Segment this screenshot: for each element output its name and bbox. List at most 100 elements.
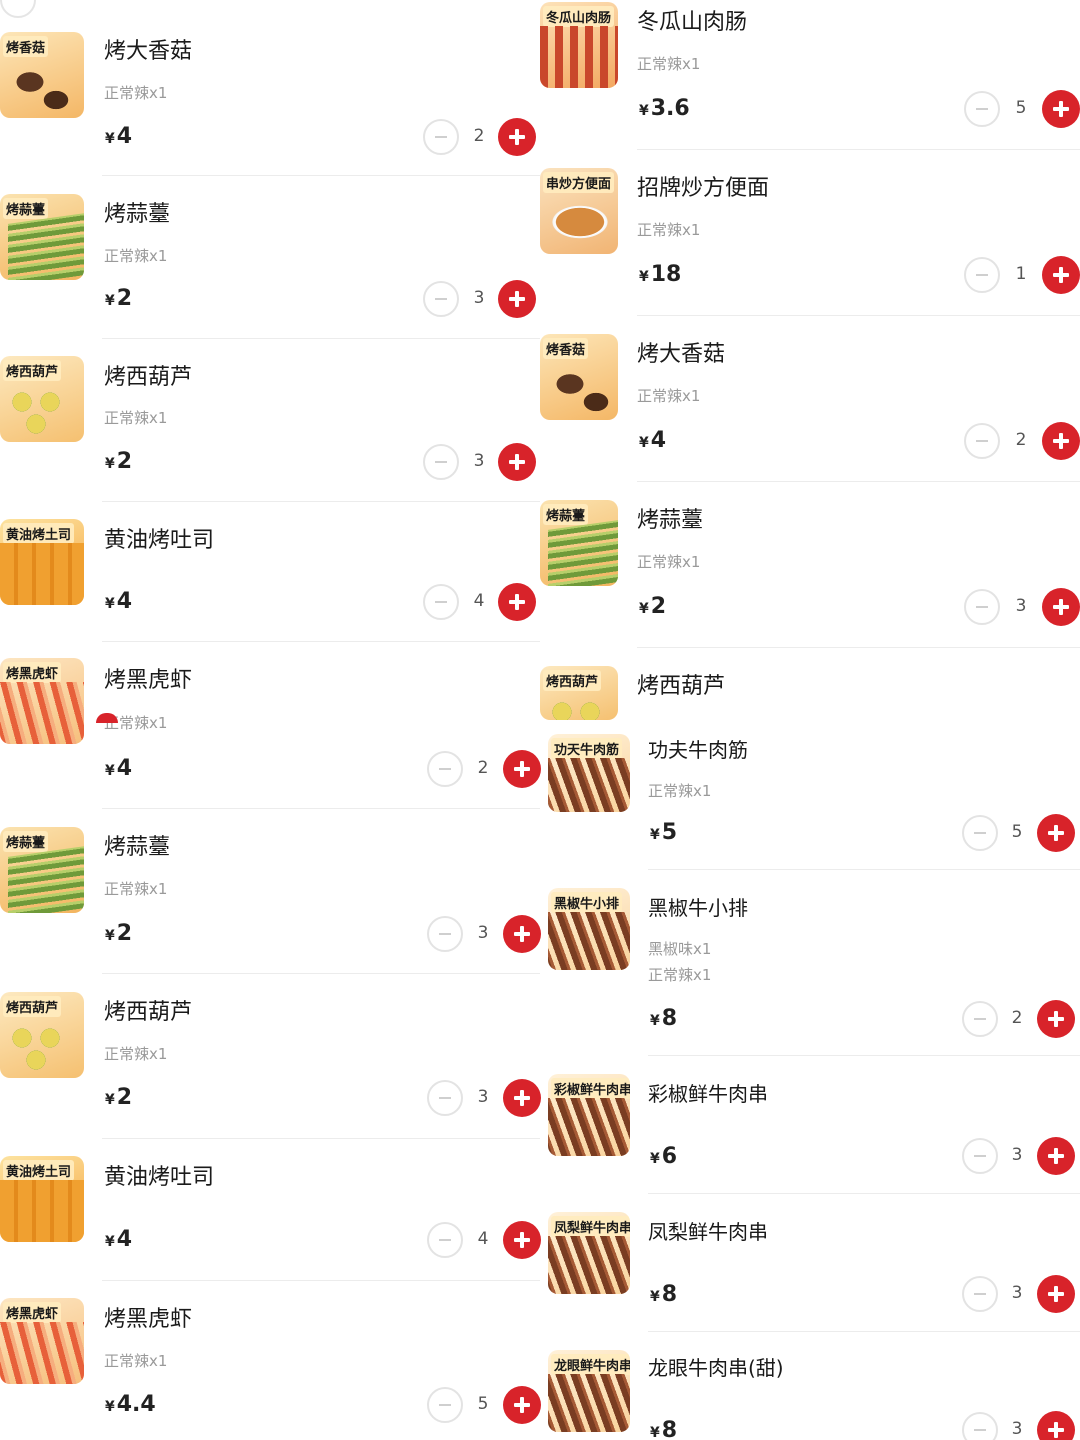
decrease-button[interactable] — [962, 1001, 998, 1037]
price-value: 2 — [650, 594, 667, 619]
currency-symbol: ¥ — [639, 269, 649, 285]
increase-button[interactable] — [1037, 1411, 1075, 1440]
food-image: 烤黑虎虾 — [0, 1298, 84, 1384]
currency-symbol: ¥ — [639, 103, 649, 119]
item-price: ¥2 — [105, 286, 132, 311]
decrease-button[interactable] — [427, 1080, 463, 1116]
item-name: 黄油烤吐司 — [104, 1165, 215, 1190]
decrease-button[interactable] — [964, 257, 1000, 293]
item-spec: 正常辣x1 — [637, 55, 701, 73]
decrease-button[interactable] — [423, 281, 459, 317]
cart-item: 串炒方便面 招牌炒方便面 正常辣x1 ¥18 1 — [540, 150, 1080, 316]
item-spec: 正常辣x1 — [637, 553, 701, 571]
increase-button[interactable] — [498, 280, 536, 318]
item-name: 烤大香菇 — [104, 39, 193, 64]
image-label: 烤西葫芦 — [543, 670, 602, 691]
increase-button[interactable] — [1037, 814, 1075, 852]
food-image: 烤香菇 — [0, 32, 84, 118]
image-label: 烤香菇 — [3, 36, 49, 57]
food-image: 彩椒鲜牛肉串 — [548, 1074, 630, 1156]
decrease-button[interactable] — [427, 751, 463, 787]
quantity: 4 — [477, 1229, 489, 1249]
item-name: 烤西葫芦 — [637, 674, 726, 699]
item-price: ¥8 — [650, 1006, 677, 1031]
item-price: ¥2 — [105, 921, 132, 946]
item-price: ¥18 — [639, 262, 681, 287]
increase-button[interactable] — [1042, 90, 1080, 128]
price-value: 4 — [116, 1227, 133, 1252]
item-spec: 正常辣x1 — [104, 409, 168, 427]
cart-item: 黄油烤土司 黄油烤吐司 ¥4 4 — [0, 1139, 541, 1281]
item-name: 烤黑虎虾 — [104, 668, 193, 693]
increase-button[interactable] — [498, 443, 536, 481]
cart-item: 冬瓜山肉肠 冬瓜山肉肠 正常辣x1 ¥3.6 5 — [540, 0, 1080, 150]
increase-button[interactable] — [503, 915, 541, 953]
item-spec: 正常辣x1 — [648, 782, 712, 800]
currency-symbol: ¥ — [105, 293, 115, 309]
quantity: 2 — [1011, 1008, 1023, 1028]
item-name: 烤蒜薹 — [637, 508, 704, 533]
price-value: 5 — [661, 820, 678, 845]
decrease-button[interactable] — [962, 1412, 998, 1440]
item-price: ¥8 — [650, 1282, 677, 1307]
decrease-button[interactable] — [962, 1138, 998, 1174]
quantity: 4 — [473, 591, 485, 611]
decrease-button[interactable] — [423, 584, 459, 620]
item-spec: 正常辣x1 — [637, 387, 701, 405]
item-name: 招牌炒方便面 — [637, 176, 770, 201]
food-image: 冬瓜山肉肠 — [540, 2, 618, 88]
increase-button[interactable] — [1037, 1137, 1075, 1175]
price-value: 3.6 — [650, 96, 690, 121]
increase-button[interactable] — [1042, 256, 1080, 294]
quantity: 3 — [1011, 1283, 1023, 1303]
decrease-button[interactable] — [964, 423, 1000, 459]
increase-button[interactable] — [1042, 422, 1080, 460]
item-name: 龙眼牛肉串(甜) — [648, 1356, 784, 1380]
price-value: 2 — [116, 921, 133, 946]
increase-button[interactable] — [498, 118, 536, 156]
decrease-button[interactable] — [962, 1276, 998, 1312]
increase-button[interactable] — [1037, 1275, 1075, 1313]
decrease-button[interactable] — [427, 916, 463, 952]
cart-item: 烤黑虎虾 烤黑虎虾 正常辣x1 ¥4 2 — [0, 642, 541, 809]
item-name: 黑椒牛小排 — [648, 896, 748, 920]
decrease-button[interactable] — [964, 589, 1000, 625]
item-price: ¥4 — [105, 589, 132, 614]
decrease-button[interactable] — [962, 815, 998, 851]
food-image: 烤蒜薹 — [0, 194, 84, 280]
increase-button[interactable] — [503, 1386, 541, 1424]
decrease-button[interactable] — [427, 1222, 463, 1258]
item-name: 功夫牛肉筋 — [648, 738, 748, 762]
food-image: 龙眼鲜牛肉串 — [548, 1350, 630, 1432]
decrease-button[interactable] — [964, 91, 1000, 127]
cart-item: 烤香菇 烤大香菇 正常辣x1 ¥4 2 — [0, 0, 540, 176]
increase-button[interactable] — [1037, 1000, 1075, 1038]
item-spec: 正常辣x1 — [104, 1045, 168, 1063]
increase-button[interactable] — [503, 1221, 541, 1259]
decrease-button[interactable] — [423, 119, 459, 155]
food-image: 黄油烤土司 — [0, 1156, 84, 1242]
item-name: 凤梨鲜牛肉串 — [648, 1220, 768, 1244]
item-price: ¥2 — [639, 594, 666, 619]
increase-button[interactable] — [503, 1079, 541, 1117]
cart-column-left: 烤香菇 烤大香菇 正常辣x1 ¥4 2 烤蒜薹 烤蒜薹 正常辣x1 ¥2 3 烤… — [0, 0, 541, 1440]
cart-item: 黑椒牛小排 黑椒牛小排 黑椒味x1 正常辣x1 ¥8 2 — [548, 870, 1080, 1056]
decrease-button[interactable] — [427, 1387, 463, 1423]
increase-button[interactable] — [1042, 588, 1080, 626]
increase-button[interactable] — [498, 583, 536, 621]
cart-item: 烤黑虎虾 烤黑虎虾 正常辣x1 ¥4.4 5 — [0, 1281, 541, 1440]
quantity: 1 — [1015, 264, 1027, 284]
increase-button[interactable] — [503, 750, 541, 788]
food-image: 功天牛肉筋 — [548, 734, 630, 812]
item-spec: 正常辣x1 — [104, 247, 168, 265]
image-label: 烤西葫芦 — [3, 360, 62, 381]
cart-item: 烤香菇 烤大香菇 正常辣x1 ¥4 2 — [540, 316, 1080, 482]
quantity: 5 — [477, 1394, 489, 1414]
item-spec: 正常辣x1 — [104, 1352, 168, 1370]
image-label: 龙眼鲜牛肉串 — [551, 1354, 630, 1375]
currency-symbol: ¥ — [639, 601, 649, 617]
decrease-button[interactable] — [423, 444, 459, 480]
price-value: 4 — [650, 428, 667, 453]
currency-symbol: ¥ — [105, 1234, 115, 1250]
item-spec: 正常辣x1 — [637, 221, 701, 239]
